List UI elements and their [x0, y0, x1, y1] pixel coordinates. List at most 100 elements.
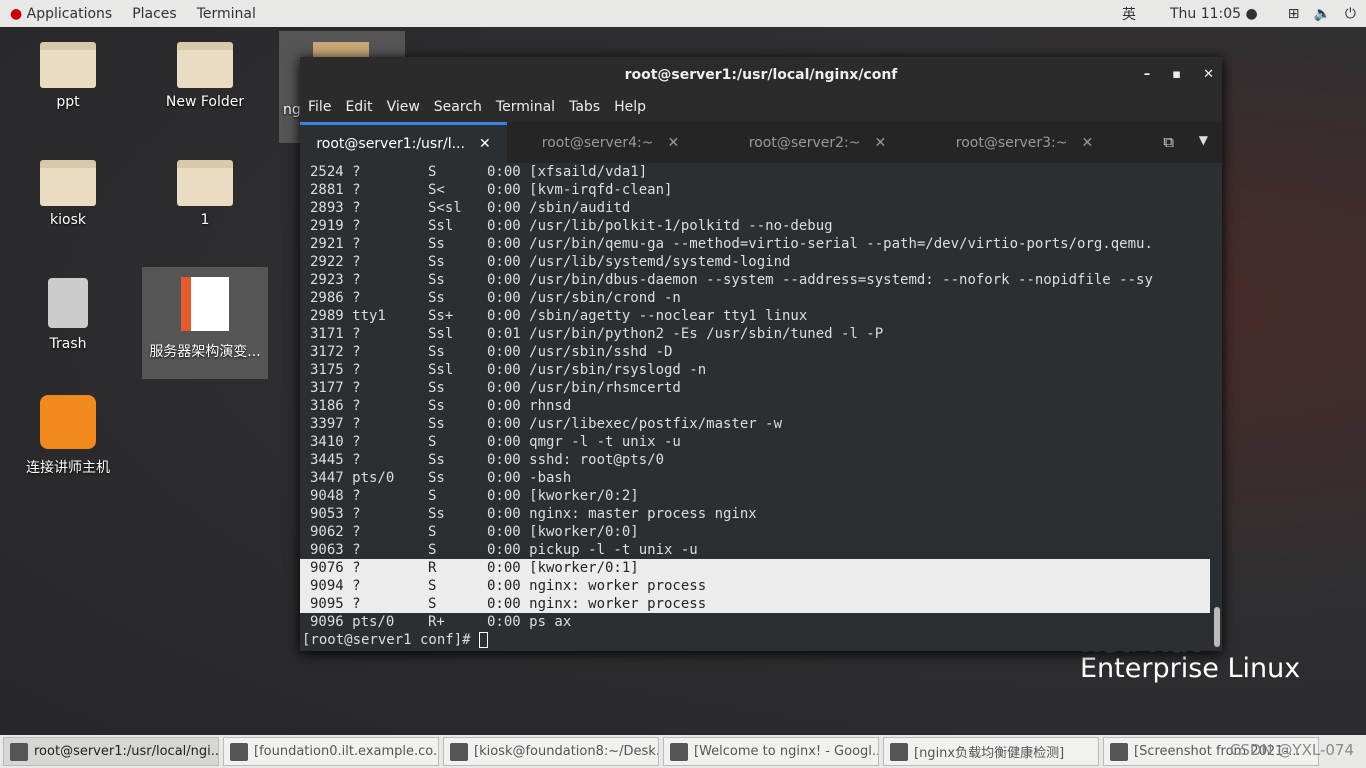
output-line: 2524 ? S 0:00 [xfsaild/vda1]: [310, 164, 648, 180]
taskbar-item[interactable]: root@server1:/usr/local/ngi...: [3, 737, 219, 766]
app-icon: [890, 742, 908, 761]
tab-close-icon[interactable]: ✕: [479, 136, 491, 152]
maximize-button[interactable]: ▪: [1172, 67, 1181, 82]
taskbar-label: [Welcome to nginx! - Googl...: [694, 744, 879, 759]
desktop-icon-kiosk[interactable]: kiosk: [13, 160, 123, 228]
app-icon: [1110, 742, 1128, 761]
icon-label: ng: [283, 102, 301, 118]
output-line: 9063 ? S 0:00 pickup -l -t unix -u: [310, 542, 698, 558]
tab-close-icon[interactable]: ✕: [875, 135, 887, 151]
top-bar: ● Applications Places Terminal 英 Thu 11:…: [0, 0, 1366, 27]
output-line: 9096 pts/0 R+ 0:00 ps ax: [310, 614, 572, 630]
menu-help[interactable]: Help: [606, 99, 652, 115]
tab-bar: root@server1:/usr/l... ✕ root@server4:~ ✕ …: [300, 122, 1222, 163]
icon-label: ppt: [56, 94, 80, 110]
output-line: 2919 ? Ssl 0:00 /usr/lib/polkit-1/polkit…: [310, 218, 833, 234]
network-icon[interactable]: ⊞: [1288, 6, 1300, 22]
taskbar-item[interactable]: [kiosk@foundation8:~/Desk...: [443, 737, 659, 766]
tab-close-icon[interactable]: ✕: [1082, 135, 1094, 151]
output-line: 9062 ? S 0:00 [kworker/0:0]: [310, 524, 639, 540]
taskbar-item[interactable]: [foundation0.ilt.example.co...: [223, 737, 439, 766]
clock[interactable]: Thu 11:05 ●: [1170, 6, 1258, 22]
output-line: 3175 ? Ssl 0:00 /usr/sbin/rsyslogd -n: [310, 362, 707, 378]
output-line: 9095 ? S 0:00 nginx: worker process: [300, 595, 1210, 613]
output-line: 2989 tty1 Ss+ 0:00 /sbin/agetty --noclea…: [310, 308, 808, 324]
taskbar-label: [kiosk@foundation8:~/Desk...: [474, 744, 659, 759]
remote-viewer-icon: [40, 395, 96, 449]
output-line: 9076 ? R 0:00 [kworker/0:1]: [300, 559, 1210, 577]
scrollbar[interactable]: [1214, 607, 1220, 647]
desktop-icon-pptx[interactable]: 服务器架构演变...: [142, 267, 268, 379]
new-tab-icon[interactable]: ⧉: [1163, 133, 1174, 151]
folder-icon: [177, 42, 233, 88]
output-line: 9053 ? Ss 0:00 nginx: master process ngi…: [310, 506, 757, 522]
desktop-icon-teacher-host[interactable]: 连接讲师主机: [13, 395, 123, 477]
trash-icon: [48, 278, 88, 328]
desktop-icon-ppt[interactable]: ppt: [13, 42, 123, 110]
menu-search[interactable]: Search: [426, 99, 488, 115]
terminal-window: root@server1:/usr/local/nginx/conf – ▪ ✕ F…: [300, 57, 1222, 651]
output-line: 9048 ? S 0:00 [kworker/0:2]: [310, 488, 639, 504]
terminal-menu[interactable]: Terminal: [187, 6, 266, 22]
icon-label: Trash: [49, 336, 87, 352]
tab-server2[interactable]: root@server2:~ ✕: [714, 122, 921, 163]
minimize-button[interactable]: –: [1144, 67, 1151, 82]
volume-icon[interactable]: 🔈: [1313, 6, 1330, 22]
icon-label: 1: [200, 212, 210, 228]
menu-terminal[interactable]: Terminal: [488, 99, 561, 115]
terminal-output[interactable]: 2524 ? S 0:00 [xfsaild/vda1] 2881 ? S< 0:…: [300, 163, 1210, 651]
taskbar-item[interactable]: [Welcome to nginx! - Googl...: [663, 737, 879, 766]
icon-label: New Folder: [165, 94, 245, 110]
taskbar-label: root@server1:/usr/local/ngi...: [34, 744, 219, 759]
output-line: 2923 ? Ss 0:00 /usr/bin/dbus-daemon --sy…: [310, 272, 1153, 288]
cursor: [479, 632, 489, 648]
tab-server4[interactable]: root@server4:~ ✕: [507, 122, 714, 163]
desktop-icon-new-folder[interactable]: New Folder: [150, 42, 260, 110]
app-icon: [450, 742, 468, 761]
menu-edit[interactable]: Edit: [337, 99, 378, 115]
output-line: 2893 ? S<sl 0:00 /sbin/auditd: [310, 200, 631, 216]
prompt-line[interactable]: [root@server1 conf]#: [300, 631, 1210, 649]
applications-menu[interactable]: ● Applications: [0, 6, 122, 22]
applications-label: Applications: [26, 5, 113, 22]
tab-label: root@server1:/usr/l...: [316, 136, 465, 152]
desktop-icon-trash[interactable]: Trash: [13, 278, 123, 352]
output-line: 3177 ? Ss 0:00 /usr/bin/rhsmcertd: [310, 380, 681, 396]
close-button[interactable]: ✕: [1203, 67, 1214, 82]
tabs-dropdown-icon[interactable]: ▼: [1199, 133, 1208, 147]
output-line: 3171 ? Ssl 0:01 /usr/bin/python2 -Es /us…: [310, 326, 884, 342]
output-line: 3447 pts/0 Ss 0:00 -bash: [310, 470, 572, 486]
desktop-icon-1[interactable]: 1: [150, 160, 260, 228]
power-icon[interactable]: ⏻: [1345, 6, 1356, 22]
folder-icon: [177, 160, 233, 206]
taskbar: root@server1:/usr/local/ngi... [foundatio…: [0, 735, 1366, 768]
output-line: 3397 ? Ss 0:00 /usr/libexec/postfix/mast…: [310, 416, 783, 432]
folder-icon: [40, 42, 96, 88]
taskbar-label: [nginx负载均衡健康检测]: [914, 746, 1065, 761]
brand-line2: Enterprise Linux: [1080, 653, 1301, 684]
window-title: root@server1:/usr/local/nginx/conf: [624, 66, 898, 83]
presentation-file-icon: [181, 277, 229, 331]
input-method[interactable]: 英: [1122, 4, 1136, 24]
tab-label: root@server4:~: [541, 134, 654, 151]
output-line: 2881 ? S< 0:00 [kvm-irqfd-clean]: [310, 182, 673, 198]
output-line: 2922 ? Ss 0:00 /usr/lib/systemd/systemd-…: [310, 254, 791, 270]
tab-close-icon[interactable]: ✕: [668, 135, 680, 151]
title-bar[interactable]: root@server1:/usr/local/nginx/conf – ▪ ✕: [300, 57, 1222, 92]
output-line: 3186 ? Ss 0:00 rhnsd: [310, 398, 572, 414]
tab-server3[interactable]: root@server3:~ ✕: [921, 122, 1128, 163]
menu-view[interactable]: View: [379, 99, 426, 115]
output-line: 3410 ? S 0:00 qmgr -l -t unix -u: [310, 434, 681, 450]
tab-label: root@server2:~: [748, 134, 861, 151]
taskbar-item[interactable]: [nginx负载均衡健康检测]: [883, 737, 1099, 766]
app-icon: [670, 742, 688, 761]
menu-file[interactable]: File: [300, 99, 337, 115]
watermark: CSDN @YXL-074: [1229, 741, 1354, 759]
prompt: [root@server1 conf]#: [302, 632, 480, 648]
places-menu[interactable]: Places: [122, 6, 187, 22]
tab-label: root@server3:~: [955, 134, 1068, 151]
menu-tabs[interactable]: Tabs: [561, 99, 606, 115]
menu-bar: File Edit View Search Terminal Tabs Help: [300, 92, 1222, 122]
tab-server1[interactable]: root@server1:/usr/l... ✕: [300, 122, 507, 163]
output-line: 3445 ? Ss 0:00 sshd: root@pts/0: [310, 452, 665, 468]
